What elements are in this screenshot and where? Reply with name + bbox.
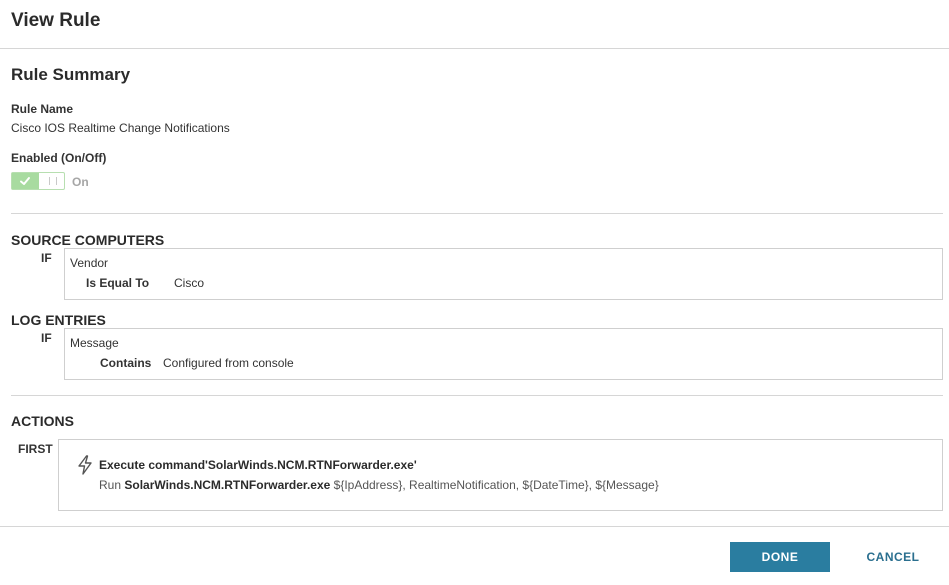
log-entries-title: LOG ENTRIES — [11, 312, 106, 328]
run-arguments: ${IpAddress}, RealtimeNotification, ${Da… — [333, 478, 659, 492]
dialog-footer: DONE CANCEL — [0, 526, 949, 585]
source-if-keyword: IF — [41, 251, 52, 265]
run-prefix: Run — [99, 478, 122, 492]
action-item: Execute command'SolarWinds.NCM.RTNForwar… — [58, 439, 943, 511]
condition-operator: Contains — [100, 356, 152, 370]
enabled-label: Enabled (On/Off) — [11, 151, 107, 165]
rule-name-label: Rule Name — [11, 102, 74, 116]
source-computers-title: SOURCE COMPUTERS — [11, 232, 165, 248]
log-if-keyword: IF — [41, 331, 52, 345]
actions-title: ACTIONS — [11, 413, 74, 429]
run-program: SolarWinds.NCM.RTNForwarder.exe — [124, 478, 331, 492]
enabled-toggle[interactable] — [11, 172, 65, 190]
action-title: Execute command'SolarWinds.NCM.RTNForwar… — [99, 458, 417, 472]
action-description: Run SolarWinds.NCM.RTNForwarder.exe ${Ip… — [99, 478, 659, 492]
view-rule-dialog: View Rule Rule Summary Rule Name Cisco I… — [0, 0, 949, 585]
dialog-header: View Rule — [0, 0, 949, 49]
done-button[interactable]: DONE — [730, 542, 830, 572]
checkmark-icon — [20, 177, 30, 185]
divider — [11, 213, 943, 214]
page-title: View Rule — [11, 10, 101, 31]
divider — [11, 395, 943, 396]
cancel-button[interactable]: CANCEL — [852, 542, 934, 572]
actions-first-keyword: FIRST — [18, 442, 53, 456]
condition-value: Configured from console — [163, 356, 294, 370]
source-condition-box: Vendor Is Equal To Cisco — [64, 248, 943, 300]
log-condition-box: Message Contains Configured from console — [64, 328, 943, 380]
condition-operator: Is Equal To — [86, 276, 150, 290]
lightning-icon — [78, 455, 92, 475]
toggle-on-segment — [12, 173, 39, 189]
condition-value: Cisco — [174, 276, 205, 290]
rule-summary-title: Rule Summary — [11, 65, 131, 84]
rule-name-value: Cisco IOS Realtime Change Notifications — [11, 121, 230, 135]
toggle-grip-icon — [49, 177, 57, 185]
condition-field: Vendor — [70, 256, 109, 270]
enabled-state-label: On — [72, 175, 89, 189]
condition-field: Message — [70, 336, 119, 350]
